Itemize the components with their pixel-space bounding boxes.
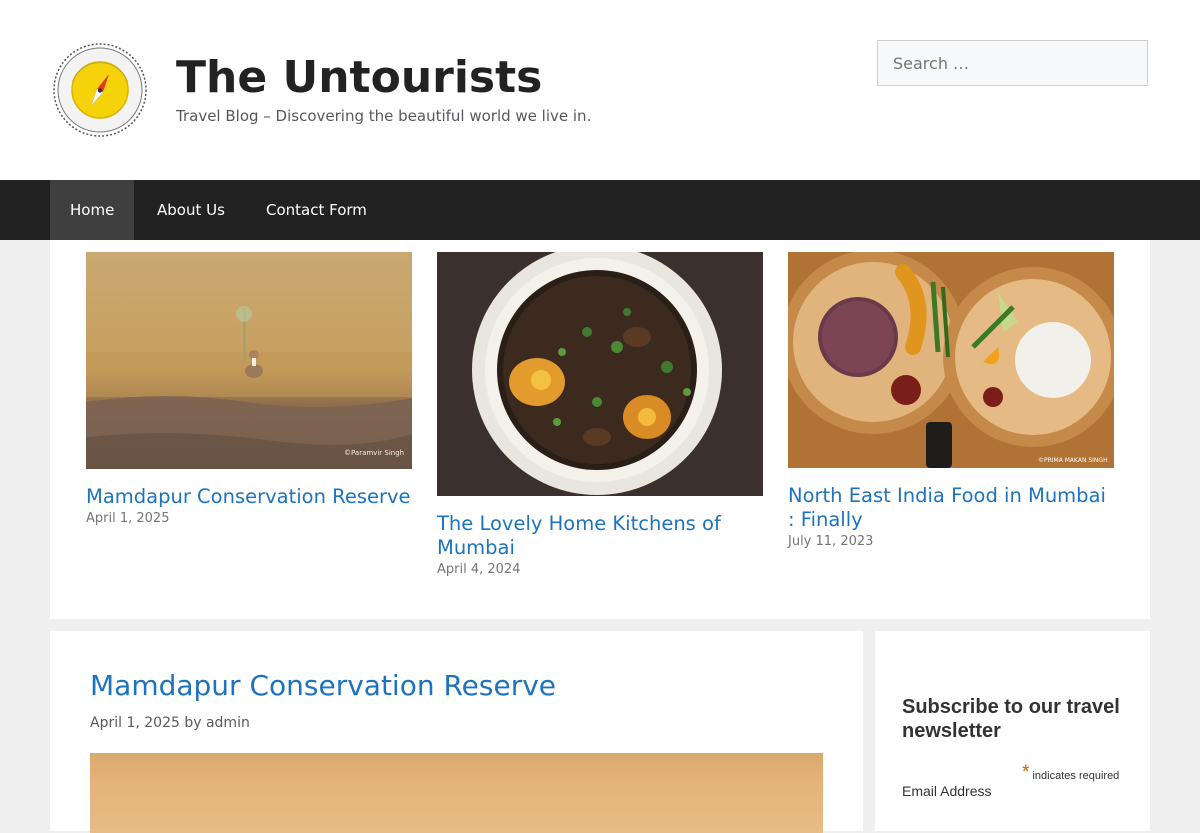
featured-card-date: July 11, 2023 (788, 534, 874, 549)
email-address-label: Email Address (902, 783, 992, 799)
newsletter-widget-title: Subscribe to our travel newsletter (902, 696, 1120, 742)
site-header: The Untourists Travel Blog – Discovering… (0, 0, 1200, 180)
photo-credit: ©Paramvir Singh (344, 449, 404, 457)
main-navigation: Home About Us Contact Form (0, 180, 1200, 240)
post-featured-image[interactable] (90, 753, 823, 833)
nav-item-home[interactable]: Home (50, 180, 135, 240)
featured-card: ©Paramvir Singh Mamdapur Conservation Re… (86, 252, 412, 526)
north-east-thali-photo[interactable]: ©PRIMA MAKAN SINGH (788, 252, 1114, 468)
grassland-bird-photo[interactable]: ©Paramvir Singh (86, 252, 412, 469)
featured-card: The Lovely Home Kitchens of Mumbai April… (437, 252, 763, 577)
photo-credit: ©PRIMA MAKAN SINGH (1038, 457, 1108, 464)
post-title[interactable]: Mamdapur Conservation Reserve (90, 669, 556, 702)
post-by-label: by (184, 715, 202, 731)
egg-curry-pot-photo[interactable] (437, 252, 763, 496)
nav-item-about-us[interactable]: About Us (137, 180, 245, 240)
featured-card-title[interactable]: Mamdapur Conservation Reserve (86, 485, 412, 509)
post-meta: April 1, 2025 by admin (90, 715, 250, 731)
featured-card-title[interactable]: The Lovely Home Kitchens of Mumbai (437, 512, 763, 560)
main-post: Mamdapur Conservation Reserve April 1, 2… (50, 631, 863, 833)
sidebar: Subscribe to our travel newsletter * ind… (875, 631, 1150, 831)
search-input[interactable] (877, 40, 1148, 86)
featured-card-date: April 1, 2025 (86, 511, 170, 526)
site-tagline: Travel Blog – Discovering the beautiful … (176, 107, 592, 125)
compass-badge-icon (53, 43, 147, 137)
site-title[interactable]: The Untourists (176, 52, 542, 104)
post-date[interactable]: April 1, 2025 (90, 715, 180, 731)
nav-item-contact-form[interactable]: Contact Form (246, 180, 387, 240)
featured-card: ©PRIMA MAKAN SINGH North East India Food… (788, 252, 1114, 549)
required-star: * (1022, 762, 1030, 783)
featured-card-date: April 4, 2024 (437, 562, 521, 577)
post-author-link[interactable]: admin (206, 715, 250, 731)
featured-card-title[interactable]: North East India Food in Mumbai : Finall… (788, 484, 1114, 532)
required-note-text: indicates required (1032, 770, 1120, 782)
site-logo[interactable] (52, 42, 148, 138)
required-note: * indicates required (1022, 762, 1119, 784)
featured-posts: ©Paramvir Singh Mamdapur Conservation Re… (50, 240, 1150, 619)
